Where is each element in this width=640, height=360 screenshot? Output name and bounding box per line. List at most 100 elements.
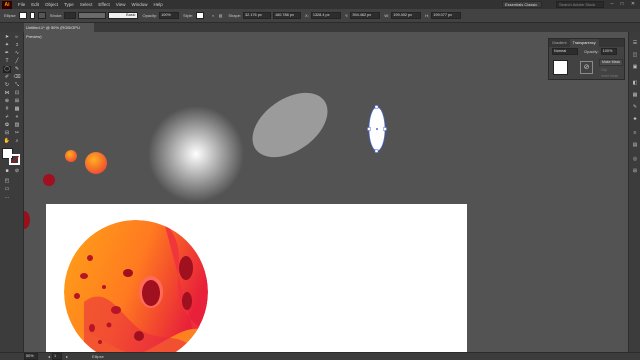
layers-icon[interactable]: ◫ — [631, 52, 639, 59]
prev-artboard-icon[interactable]: ◂ — [48, 354, 50, 359]
close-icon[interactable]: ✕ — [629, 1, 637, 8]
menu-edit[interactable]: Edit — [31, 2, 39, 7]
next-artboard-icon[interactable]: ▸ — [66, 354, 68, 359]
offcanvas-shape[interactable] — [24, 211, 30, 229]
variable-width-profile[interactable] — [78, 12, 107, 19]
align-icon[interactable]: ▤ — [219, 13, 223, 18]
shape-builder-tool-icon[interactable]: ⊕ — [3, 98, 11, 105]
stroke-swatch[interactable] — [37, 12, 46, 19]
mesh-tool-icon[interactable]: # — [3, 106, 11, 113]
shaper-tool-icon[interactable]: ✐ — [3, 74, 11, 81]
search-stock-input[interactable]: Search Adobe Stock — [556, 1, 604, 8]
artboard-tool-icon[interactable]: ⊟ — [3, 130, 11, 137]
transparency-panel: Gradient Transparency Normal Opacity: 10… — [548, 38, 625, 80]
grey-ellipse[interactable] — [241, 80, 340, 171]
menu-bar: Ai File Edit Object Type Select Effect V… — [0, 0, 640, 9]
curvature-tool-icon[interactable]: ∿ — [13, 50, 21, 57]
scale-tool-icon[interactable]: ⤡ — [13, 82, 21, 89]
small-planet-red[interactable] — [43, 174, 55, 186]
graph-tool-icon[interactable]: ▥ — [13, 122, 21, 129]
line-tool-icon[interactable]: ╱ — [13, 58, 21, 65]
blend-mode-select[interactable]: Normal — [552, 48, 578, 55]
symbol-sprayer-tool-icon[interactable]: ✿ — [3, 122, 11, 129]
h-field[interactable]: 199.077 px — [431, 12, 462, 19]
lasso-tool-icon[interactable]: ↄ — [13, 42, 21, 49]
medium-planet-orange[interactable] — [85, 152, 107, 174]
eyedropper-tool-icon[interactable]: ⌿ — [3, 114, 11, 121]
canvas[interactable] — [24, 32, 628, 352]
rotate-tool-icon[interactable]: ↻ — [3, 82, 11, 89]
menu-window[interactable]: Window — [131, 2, 147, 7]
stroke-color-icon[interactable] — [9, 154, 20, 165]
shape-width-field[interactable]: 32.176 px — [243, 12, 272, 19]
tab-gradient[interactable]: Gradient — [549, 41, 570, 45]
ellipse-tool-icon[interactable]: ◯ — [3, 66, 11, 73]
document-tab[interactable]: Untitled-1* @ 50% (RGB/GPU Preview) — [24, 23, 94, 39]
no-mask-icon[interactable]: ⊘ — [580, 61, 593, 74]
large-planet[interactable] — [64, 220, 224, 352]
menu-help[interactable]: Help — [153, 2, 162, 7]
libraries-icon[interactable]: ▣ — [631, 64, 639, 71]
paintbrush-tool-icon[interactable]: ✎ — [13, 66, 21, 73]
pen-tool-icon[interactable]: ✒ — [3, 50, 11, 57]
perspective-grid-tool-icon[interactable]: ⊞ — [13, 98, 21, 105]
draw-mode-icon[interactable]: ◰ — [3, 178, 11, 185]
hand-tool-icon[interactable]: ✋ — [3, 138, 11, 145]
opacity-field[interactable]: 100% — [159, 12, 180, 19]
artboard-number-field[interactable]: 1 — [52, 353, 63, 360]
magic-wand-tool-icon[interactable]: ✦ — [3, 42, 11, 49]
more-tools-icon[interactable]: … — [3, 194, 11, 201]
direct-selection-tool-icon[interactable]: ▹ — [13, 34, 21, 41]
selected-ellipse[interactable] — [367, 105, 387, 153]
symbols-icon[interactable]: ♣ — [631, 116, 639, 123]
maximize-icon[interactable]: □ — [618, 1, 626, 8]
panel-opacity-field[interactable]: 100% — [600, 48, 617, 55]
workspace-switcher[interactable]: Essentials Classic — [502, 1, 542, 8]
free-transform-tool-icon[interactable]: ⊡ — [13, 90, 21, 97]
zoom-tool-icon[interactable]: ⌕ — [13, 138, 21, 145]
selection-tool-icon[interactable]: ➤ — [3, 34, 11, 41]
recolor-icon[interactable]: ◐ — [212, 13, 214, 18]
screen-mode-icon[interactable]: ▭ — [3, 186, 11, 193]
eraser-tool-icon[interactable]: ⌫ — [13, 74, 21, 81]
invert-mask-checkbox[interactable]: Invert Mask — [601, 74, 618, 78]
stroke-weight-field[interactable] — [64, 12, 77, 19]
blend-tool-icon[interactable]: ⋄ — [13, 114, 21, 121]
none-color-icon[interactable]: ⊘ — [13, 168, 21, 175]
color-mode-icon[interactable]: ■ — [3, 168, 11, 175]
type-tool-icon[interactable]: T — [3, 58, 11, 65]
y-field[interactable]: 394.462 px — [350, 12, 381, 19]
stroke-icon[interactable]: ≡ — [631, 130, 639, 137]
swatches-icon[interactable]: ▦ — [631, 92, 639, 99]
tab-transparency[interactable]: Transparency — [569, 39, 599, 47]
zoom-level-field[interactable]: 50% — [24, 353, 38, 360]
gradient-panel-icon[interactable]: ▤ — [631, 142, 639, 149]
fill-swatch[interactable] — [18, 12, 27, 19]
menu-effect[interactable]: Effect — [98, 2, 109, 7]
gradient-tool-icon[interactable]: ▦ — [13, 106, 21, 113]
app-logo: Ai — [2, 0, 12, 9]
brush-definition[interactable]: Basic — [108, 12, 139, 19]
make-mask-button[interactable]: Make Mask — [599, 59, 623, 66]
properties-icon[interactable]: ☰ — [631, 40, 639, 47]
x-field[interactable]: 1328.4 px — [310, 12, 341, 19]
menu-type[interactable]: Type — [64, 2, 74, 7]
radial-glow[interactable] — [148, 106, 244, 202]
color-icon[interactable]: ◧ — [631, 80, 639, 87]
clip-checkbox[interactable]: Clip — [601, 68, 607, 72]
menu-select[interactable]: Select — [80, 2, 93, 7]
shape-height-field[interactable]: 160.788 px — [273, 12, 302, 19]
minimize-icon[interactable]: – — [608, 1, 616, 8]
small-planet-orange[interactable] — [65, 150, 77, 162]
slice-tool-icon[interactable]: ✂ — [13, 130, 21, 137]
graphic-style-swatch[interactable] — [196, 12, 205, 19]
menu-object[interactable]: Object — [45, 2, 58, 7]
brushes-icon[interactable]: ✎ — [631, 104, 639, 111]
appearance-icon[interactable]: ◎ — [631, 156, 639, 163]
transform-icon[interactable]: ⊞ — [631, 168, 639, 175]
menu-view[interactable]: View — [116, 2, 126, 7]
width-tool-icon[interactable]: ⋈ — [3, 90, 11, 97]
menu-file[interactable]: File — [18, 2, 25, 7]
w-field[interactable]: 199.402 px — [391, 12, 422, 19]
fill-dropdown[interactable] — [29, 12, 35, 19]
